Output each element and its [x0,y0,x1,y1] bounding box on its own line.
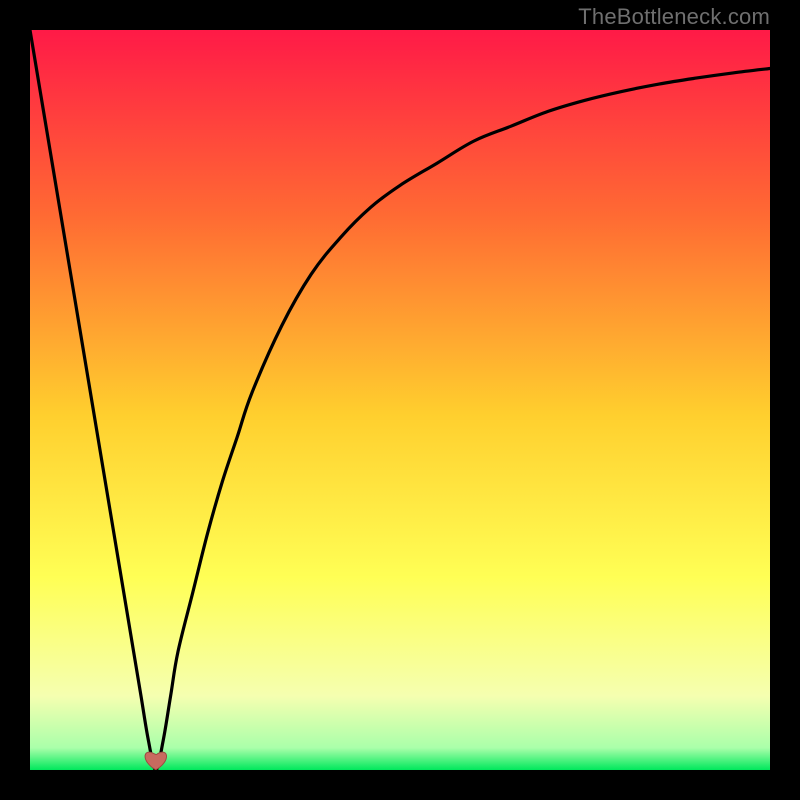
chart-frame: TheBottleneck.com [0,0,800,800]
gradient-background [30,30,770,770]
plot-area [30,30,770,770]
chart-svg [30,30,770,770]
watermark-text: TheBottleneck.com [578,4,770,30]
